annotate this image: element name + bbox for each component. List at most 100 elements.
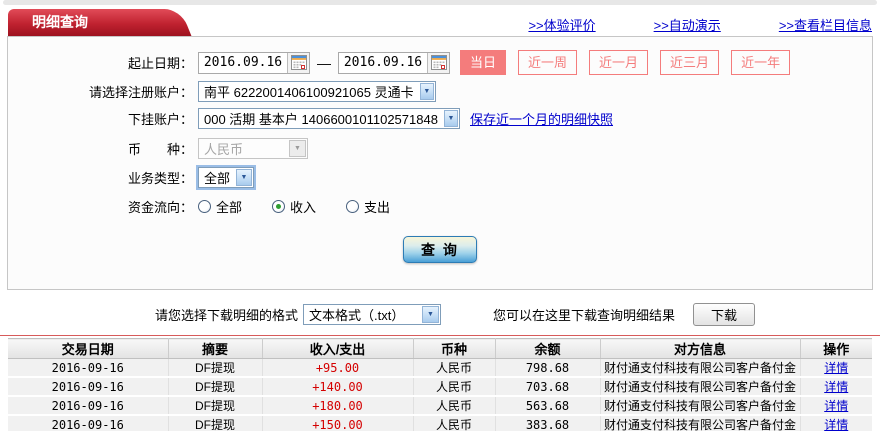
sub-account-row: 下挂账户： 000 活期 基本户 1406600101102571848 ▼ 保… (8, 108, 872, 129)
range-last-week-button[interactable]: 近一周 (518, 50, 578, 75)
cell-balance: 798.68 (495, 358, 601, 378)
radio-icon (346, 200, 360, 213)
date-to-input[interactable]: 2016.09.16 (338, 51, 450, 74)
col-header-balance: 余额 (495, 338, 601, 359)
biz-type-value: 全部 (204, 171, 231, 186)
cell-amount: +140.00 (262, 377, 414, 397)
cell-summary: DF提现 (168, 415, 263, 431)
sub-account-value: 000 活期 基本户 1406600101102571848 (204, 112, 438, 127)
calendar-icon[interactable] (427, 52, 449, 73)
cell-amount: +95.00 (262, 358, 414, 378)
table-row: 2016-09-16 DF提现 +150.00 人民币 383.68 财付通支付… (8, 415, 872, 431)
range-last-month-button[interactable]: 近一月 (589, 50, 649, 75)
download-format-label: 请您选择下载明细的格式 (155, 308, 299, 323)
radio-icon (272, 200, 286, 213)
chevron-down-icon: ▼ (289, 140, 306, 157)
download-hint: 您可以在这里下载查询明细结果 (493, 308, 676, 323)
top-links: >>体验评价 >>自动演示 >>查看栏目信息 (528, 15, 872, 34)
link-experience-review[interactable]: >>体验评价 (528, 15, 595, 34)
radio-flow-all[interactable]: 全部 (198, 197, 242, 216)
query-button-row: 查 询 (8, 236, 872, 263)
col-header-action: 操作 (800, 338, 872, 359)
currency-value: 人民币 (204, 142, 244, 157)
chevron-down-icon: ▼ (422, 306, 440, 323)
cell-balance: 703.68 (495, 377, 601, 397)
biz-type-select[interactable]: 全部 ▼ (196, 165, 256, 190)
cell-date: 2016-09-16 (8, 415, 169, 431)
cell-currency: 人民币 (413, 377, 496, 397)
currency-row: 币 种： 人民币 ▼ (8, 138, 872, 159)
date-from-value: 2016.09.16 (203, 55, 283, 70)
register-account-value: 南平 6222001406100921065 灵通卡 (204, 85, 414, 100)
radio-flow-expense[interactable]: 支出 (346, 197, 390, 216)
radio-flow-income-label: 收入 (290, 200, 317, 215)
date-range-label: 起止日期： (127, 56, 193, 71)
calendar-icon-glyph (430, 55, 447, 70)
cell-currency: 人民币 (413, 396, 496, 416)
radio-flow-income[interactable]: 收入 (272, 197, 316, 216)
cell-currency: 人民币 (413, 358, 496, 378)
sub-account-label: 下挂账户： (127, 112, 193, 127)
date-range-row: 起止日期： 2016.09.16 — 2016.09.16 当日 近一周 近一月… (8, 50, 872, 75)
col-header-currency: 币种 (413, 338, 496, 359)
date-to-value: 2016.09.16 (343, 55, 423, 70)
date-range-separator: — (317, 54, 331, 71)
cell-date: 2016-09-16 (8, 358, 169, 378)
range-last-year-button[interactable]: 近一年 (731, 50, 791, 75)
col-header-summary: 摘要 (168, 338, 263, 359)
cell-balance: 383.68 (495, 415, 601, 431)
quick-range-buttons: 当日 近一周 近一月 近三月 近一年 (460, 50, 791, 75)
cell-balance: 563.68 (495, 396, 601, 416)
cell-currency: 人民币 (413, 415, 496, 431)
query-button[interactable]: 查 询 (403, 236, 477, 263)
detail-link[interactable]: 详情 (824, 361, 848, 375)
biz-type-row: 业务类型： 全部 ▼ (8, 165, 872, 190)
calendar-icon-glyph (290, 55, 307, 70)
table-row: 2016-09-16 DF提现 +140.00 人民币 703.68 财付通支付… (8, 377, 872, 397)
query-form-panel: 起止日期： 2016.09.16 — 2016.09.16 当日 近一周 近一月… (7, 36, 873, 290)
cell-counterparty: 财付通支付科技有限公司客户备付金 (600, 377, 801, 397)
cell-date: 2016-09-16 (8, 396, 169, 416)
detail-link[interactable]: 详情 (824, 418, 848, 431)
detail-link[interactable]: 详情 (824, 380, 848, 394)
chevron-down-icon: ▼ (419, 83, 434, 100)
detail-link[interactable]: 详情 (824, 399, 848, 413)
cell-counterparty: 财付通支付科技有限公司客户备付金 (600, 396, 801, 416)
radio-flow-all-label: 全部 (216, 200, 243, 215)
currency-label: 币 种： (127, 142, 193, 157)
cell-counterparty: 财付通支付科技有限公司客户备付金 (600, 358, 801, 378)
chevron-down-icon: ▼ (236, 169, 252, 186)
register-account-row: 请选择注册账户： 南平 6222001406100921065 灵通卡 ▼ (8, 81, 872, 102)
download-format-value: 文本格式（.txt） (309, 308, 405, 323)
tab-detail-query[interactable]: 明细查询 (8, 9, 160, 36)
cell-amount: +180.00 (262, 396, 414, 416)
cell-summary: DF提现 (168, 396, 263, 416)
fund-flow-options: 全部 收入 支出 (198, 197, 390, 216)
table-divider (0, 335, 880, 336)
radio-icon (198, 200, 211, 213)
biz-type-label: 业务类型： (127, 171, 193, 186)
fund-flow-row: 资金流向： 全部 收入 支出 (8, 197, 872, 216)
link-auto-demo[interactable]: >>自动演示 (654, 15, 721, 34)
col-header-date: 交易日期 (8, 338, 169, 359)
currency-select: 人民币 ▼ (198, 138, 308, 159)
range-last-3-months-button[interactable]: 近三月 (660, 50, 720, 75)
calendar-icon[interactable] (287, 52, 309, 73)
cell-counterparty: 财付通支付科技有限公司客户备付金 (600, 415, 801, 431)
col-header-counterparty: 对方信息 (600, 338, 801, 359)
fund-flow-label: 资金流向： (127, 200, 193, 215)
radio-flow-expense-label: 支出 (364, 200, 391, 215)
date-from-input[interactable]: 2016.09.16 (198, 51, 310, 74)
link-view-column-info[interactable]: >>查看栏目信息 (779, 15, 872, 34)
register-account-label: 请选择注册账户： (88, 85, 193, 100)
results-table: 交易日期 摘要 收入/支出 币种 余额 对方信息 操作 2016-09-16 D… (8, 338, 872, 431)
table-header-row: 交易日期 摘要 收入/支出 币种 余额 对方信息 操作 (8, 338, 872, 359)
save-monthly-snapshot-link[interactable]: 保存近一个月的明细快照 (470, 109, 613, 128)
sub-account-select[interactable]: 000 活期 基本户 1406600101102571848 ▼ (198, 108, 460, 129)
download-format-select[interactable]: 文本格式（.txt） ▼ (303, 304, 442, 325)
col-header-amount: 收入/支出 (262, 338, 414, 359)
chevron-down-icon: ▼ (443, 110, 458, 127)
register-account-select[interactable]: 南平 6222001406100921065 灵通卡 ▼ (198, 81, 436, 102)
download-button[interactable]: 下载 (693, 303, 756, 326)
range-today-button[interactable]: 当日 (460, 50, 507, 75)
